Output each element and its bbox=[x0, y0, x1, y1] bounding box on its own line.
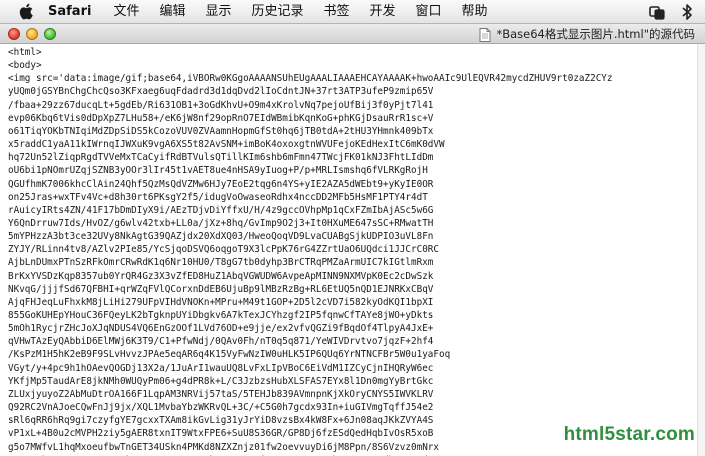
menu-app-safari[interactable]: Safari bbox=[48, 0, 91, 24]
document-icon bbox=[479, 27, 491, 42]
vertical-scrollbar[interactable] bbox=[697, 44, 705, 456]
source-line: g5o7MWfvL1hqMxoeufbwTnGET34USkn4PMKd8NZX… bbox=[8, 441, 439, 453]
menu-bookmarks[interactable]: 书签 bbox=[324, 0, 350, 24]
menu-history[interactable]: 历史记录 bbox=[251, 0, 303, 24]
zoom-window-button[interactable] bbox=[44, 28, 56, 40]
source-line: 5mYPHzzA3bt3ce32UVy8NkAgtG39QAZjdx20XdXQ… bbox=[8, 231, 434, 243]
source-line: on25Jras+wxTFv4Vc+d8h30rt6PKsgY2f5/idugV… bbox=[8, 191, 428, 203]
bluetooth-icon[interactable] bbox=[677, 2, 697, 22]
close-window-button[interactable] bbox=[8, 28, 20, 40]
source-line: <img src='data:image/gif;base64,iVBORw0K… bbox=[8, 73, 613, 85]
menu-develop[interactable]: 开发 bbox=[370, 0, 396, 24]
menu-bar: Safari 文件 编辑 显示 历史记录 书签 开发 窗口 帮助 bbox=[0, 0, 705, 24]
source-line: YKfjMp5TaudArE8jkNMh0WUQyPm06+g4dPR8k+L/… bbox=[8, 375, 434, 387]
source-line: yUQm0jGSYBnChgChcQso3KFxaeg6uqFdadrd3d1d… bbox=[8, 86, 434, 98]
source-line: QGUfhmK7006khcClAin24Qhf5QzMsQdVZMw6HJy7… bbox=[8, 178, 434, 190]
minimize-window-button[interactable] bbox=[26, 28, 38, 40]
source-line: 855GoKUHEpYHouC36FQeyLK2bTgknpUYiDbgkv6A… bbox=[8, 310, 434, 321]
source-line: qVHwTAzEyQAbbiD6ElMWj6K3T9/C1+PfwNdj/0QA… bbox=[8, 336, 434, 348]
menu-view[interactable]: 显示 bbox=[205, 0, 231, 24]
source-line: AjqFHJeqLuFhxkM8jLiHi279UFpVIHdVNOKn+MPr… bbox=[8, 296, 434, 308]
source-line: o61TiqYOKbTNIqiMdZDpSiDS5kCozoVUV0ZVAamn… bbox=[8, 125, 434, 137]
source-line: <html> bbox=[8, 47, 42, 58]
source-line: x5raddC1yaA11kIWrnqIJWXuK9vgA6XS5t82AvSN… bbox=[8, 139, 445, 151]
window-title: *Base64格式显示图片.html"的源代码 bbox=[496, 27, 695, 41]
source-line: VGyt/y+4pc9h1hOAevQOGDj13X2a/1JuArI1wauU… bbox=[8, 362, 434, 374]
source-line: 5mOh1RycjrZHcJoXJqNDUS4VQ6EnGzOOf1LVd76O… bbox=[8, 323, 434, 335]
window-titlebar: *Base64格式显示图片.html"的源代码 bbox=[0, 24, 705, 44]
source-line: /KsPzM1H5hK2eB9F9SLvHvvzJPAe5eqAR6q4K15V… bbox=[8, 349, 451, 361]
source-line: ZLUxjyuyoZ2AbMuDtrOA166F1LqpAM3NRVij57ta… bbox=[8, 388, 434, 400]
menu-help[interactable]: 帮助 bbox=[462, 0, 488, 24]
menu-window[interactable]: 窗口 bbox=[416, 0, 442, 24]
source-line: oU6bi1pNOmrUZqjSZNB3yOOr3lIr45t1vAET8ue4… bbox=[8, 165, 428, 177]
source-line: evp06Kbq6tVis0dDpXpZ7LHu58+/eK6jW8nf29op… bbox=[8, 112, 434, 124]
source-line: rAuicyIRts4ZN/41F17bDmDIyX9i/AEzTDjvDiYf… bbox=[8, 204, 434, 216]
source-line: vP1xL+4B0u2cMVPH2ziy5gAER8txnIT9WtxFPE6+… bbox=[8, 428, 434, 440]
source-line: Q92RC2VnAJoeCQwFnJj9jx/XQL1MvbaYbzWKRvQL… bbox=[8, 402, 434, 414]
source-line: AjbLnDUmxPTnSzRFkOmrCRwRdK1q6Nr10HU0/T8g… bbox=[8, 257, 434, 269]
source-view[interactable]: <html> <body> <img src='data:image/gif;bas… bbox=[0, 44, 705, 456]
status-area bbox=[647, 2, 697, 22]
window-title-group: *Base64格式显示图片.html"的源代码 bbox=[479, 24, 695, 44]
apple-icon[interactable] bbox=[16, 1, 36, 23]
app-switch-icon[interactable] bbox=[647, 2, 667, 22]
source-line: BrKxYVSDzKqp8357ub0YrQR4Gz3X3vZfED8HuZ1A… bbox=[8, 270, 434, 282]
source-line: Y6QnDrruw7Ids/HvOZ/g6wlv42txb+LL0a/jXz+8… bbox=[8, 217, 434, 229]
menu-edit[interactable]: 编辑 bbox=[159, 0, 185, 24]
source-line: /fbaa+29zz67ducqLt+5gdEb/Ri631OB1+3oGdKh… bbox=[8, 99, 434, 111]
source-line: hq72Un52lZiqpRgdTVVeMxTCaCyifRdBTVulsQTi… bbox=[8, 152, 434, 164]
source-line: <body> bbox=[8, 60, 42, 72]
site-watermark: html5star.com bbox=[563, 424, 695, 445]
source-line: sRl6qRR6hRq9gi7czyfgYE7gcxxTXAm8ikGvLig3… bbox=[8, 415, 434, 427]
menu-file[interactable]: 文件 bbox=[113, 0, 139, 24]
source-line: NKvqG/jjjfSd67QFBHI+qrWZqFVlQCorxnDdEB6U… bbox=[8, 283, 434, 295]
source-line: ZYJY/RLinn4tv8/AZlv2PIe85/YcSjqoDSVQ6oqg… bbox=[8, 244, 439, 256]
